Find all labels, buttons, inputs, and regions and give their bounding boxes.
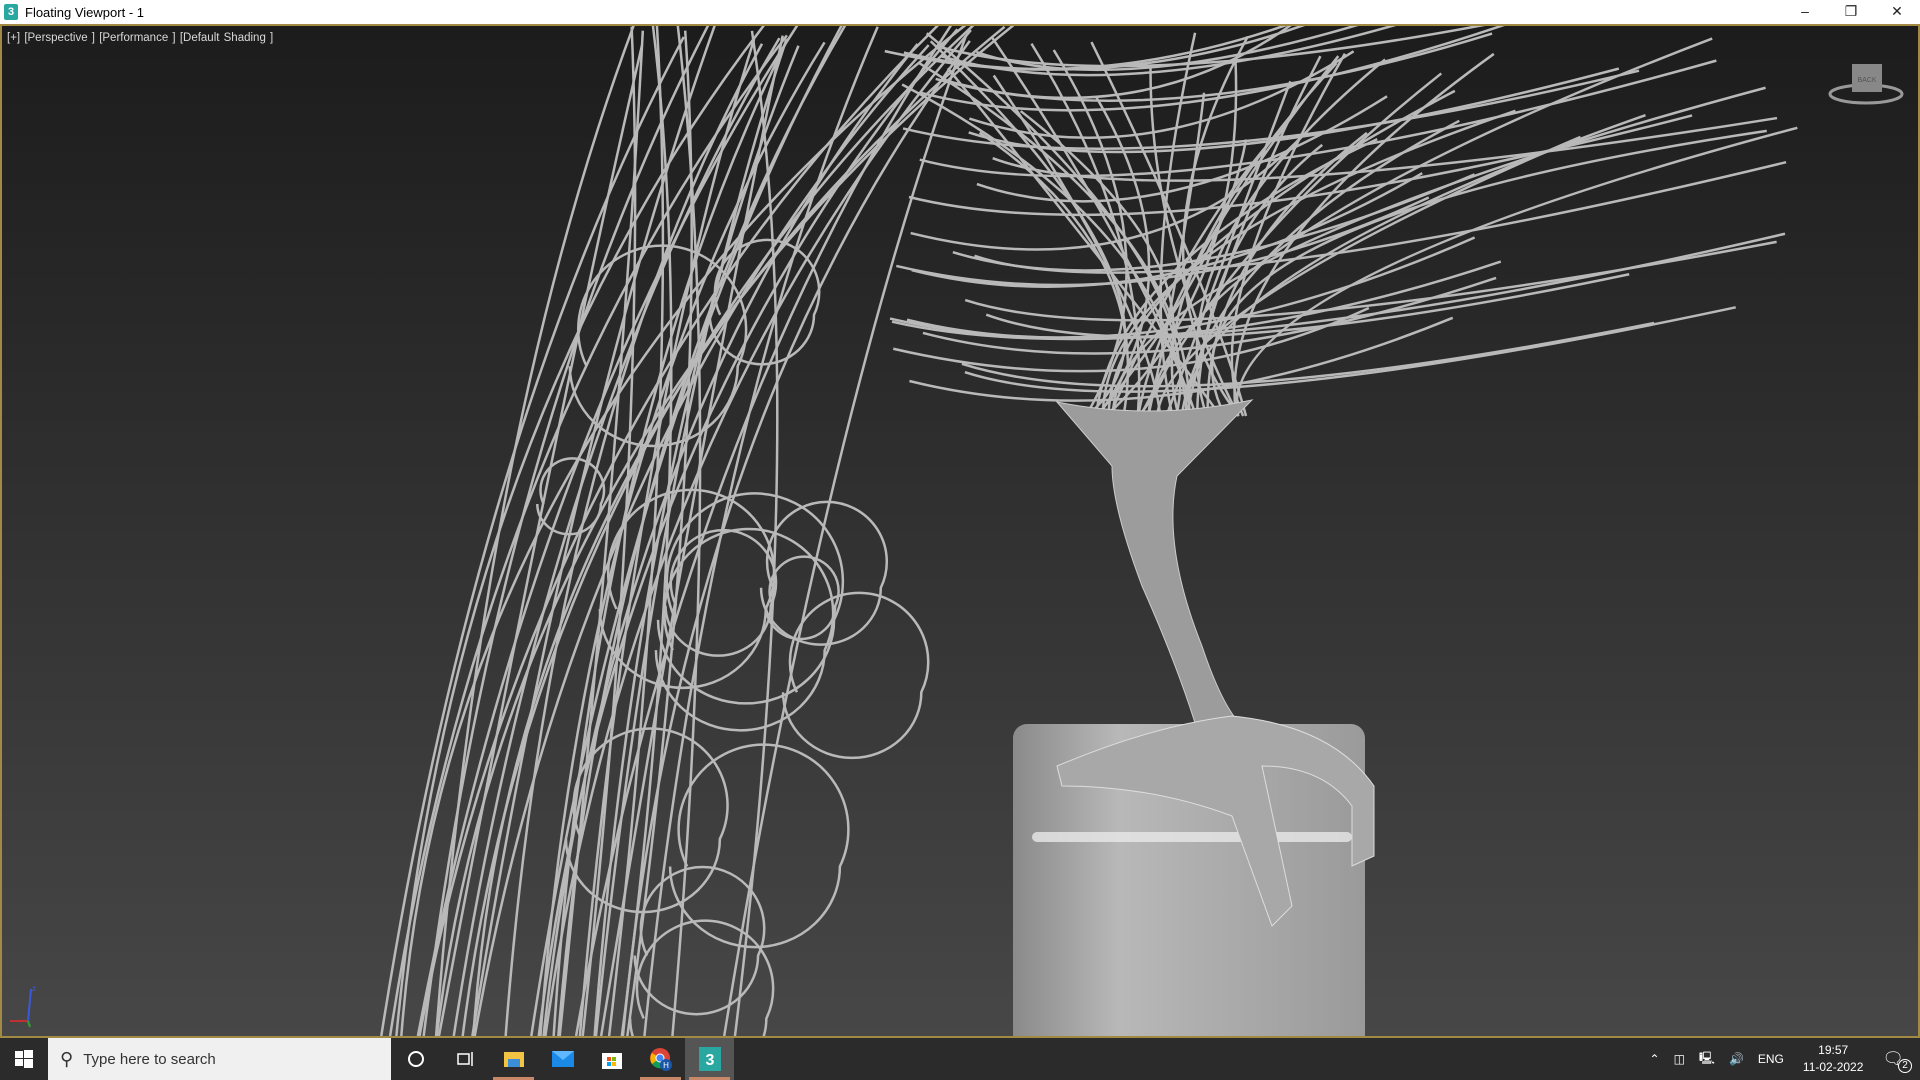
svg-text:H: H [663,1061,669,1070]
viewport[interactable]: [+] [Perspective ] [Performance ] [Defau… [0,24,1920,1038]
wire [668,743,850,949]
language-indicator[interactable]: ENG [1758,1052,1784,1066]
taskbar: ⚲ Type here to search H 3 ⌃ ◫ 🖳 🔊 ENG 19… [0,1038,1920,1080]
store-button[interactable] [587,1038,636,1080]
3ds-max-icon: 3 [4,4,18,20]
svg-text:3: 3 [705,1052,714,1069]
chrome-button[interactable]: H [636,1038,685,1080]
cortana-icon [407,1051,424,1067]
system-tray: ⌃ ◫ 🖳 🔊 ENG 19:57 11-02-2022 🗨 2 [1643,1038,1920,1080]
chrome-icon: H [649,1048,672,1071]
wire [964,240,1777,322]
wire [1235,126,1798,417]
show-hidden-icons-chevron-icon[interactable]: ⌃ [1650,1052,1660,1066]
notifications-icon[interactable]: 🗨 2 [1882,1049,1912,1073]
store-icon [601,1053,622,1069]
update-notification-icon[interactable]: ◫ [1674,1052,1685,1066]
mail-button[interactable] [538,1038,587,1080]
wire [656,492,845,705]
file-explorer-icon [503,1052,524,1067]
bird-leg [1055,399,1254,747]
viewport-performance-menu[interactable]: [Performance ] [99,32,175,44]
wire [621,40,971,1036]
notification-count-badge: 2 [1898,1059,1912,1073]
wire [935,26,1486,68]
svg-text:z: z [32,984,36,993]
mail-icon [551,1051,574,1067]
3ds-max-icon: 3 [698,1047,721,1071]
start-button[interactable] [0,1038,48,1080]
wire [654,527,835,732]
volume-icon[interactable]: 🔊 [1729,1052,1744,1066]
clock-date: 11-02-2022 [1802,1060,1864,1074]
axis-gizmo: z [10,984,36,1028]
viewport-view-menu[interactable]: [Perspective ] [24,32,95,44]
search-input[interactable]: ⚲ Type here to search [48,1038,391,1080]
viewport-label-menu[interactable]: [+] [Perspective ] [Performance ] [Defau… [7,32,273,44]
network-icon[interactable]: 🖳 [1699,1049,1715,1070]
viewcube[interactable]: BACK [1828,56,1904,106]
clock-time: 19:57 [1818,1043,1849,1057]
wire [781,591,930,760]
file-explorer-button[interactable] [489,1038,538,1080]
clock[interactable]: 19:57 11-02-2022 [1803,1042,1864,1076]
task-view-button[interactable] [440,1038,489,1080]
3d-scene [380,26,1798,1036]
windows-icon [15,1050,33,1068]
title-bar: 3 Floating Viewport - 1 – ❐ ✕ [0,0,1920,24]
3ds-max-button[interactable]: 3 [685,1038,734,1080]
window-title: Floating Viewport - 1 [25,4,144,20]
search-icon: ⚲ [60,1048,74,1069]
viewport-plus-menu[interactable]: [+] [7,32,20,44]
svg-text:BACK: BACK [1857,77,1876,84]
cortana-button[interactable] [391,1038,440,1080]
close-button[interactable]: ✕ [1874,0,1920,24]
viewport-shading-menu[interactable]: [Default Shading ] [180,32,273,44]
search-placeholder: Type here to search [83,1050,216,1068]
restore-button[interactable]: ❐ [1828,0,1874,24]
minimize-button[interactable]: – [1782,0,1828,24]
task-view-icon [456,1052,473,1066]
